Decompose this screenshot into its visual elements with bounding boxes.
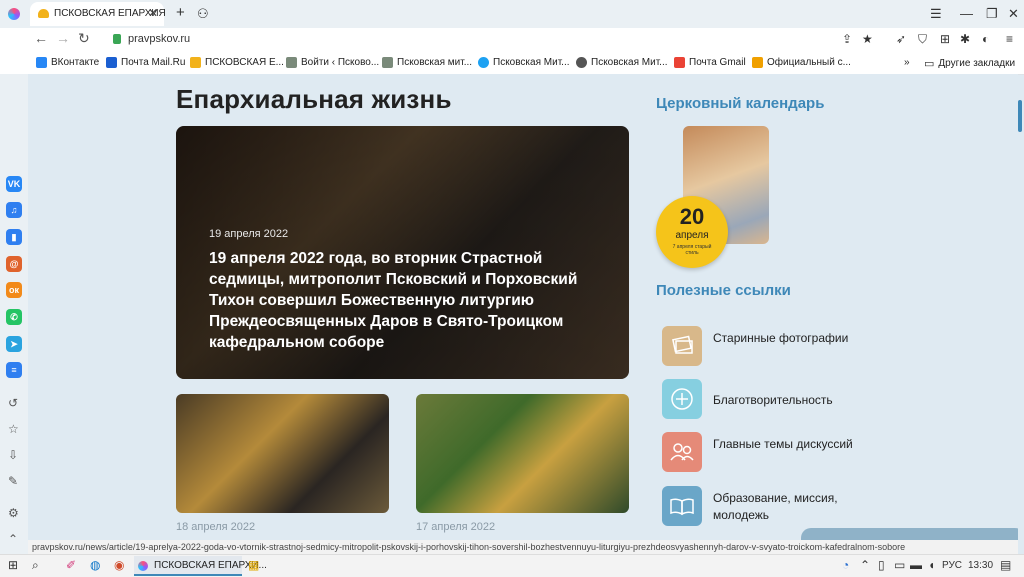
bookmark-item[interactable]: Официальный с... bbox=[752, 57, 851, 68]
paint-icon[interactable]: ✐ bbox=[66, 558, 76, 572]
shield-icon[interactable]: ⛉ bbox=[918, 32, 927, 47]
link-education[interactable]: Образование, миссия, молодежь bbox=[713, 490, 873, 524]
bookmark-item[interactable]: Войти ‹ Псково... bbox=[286, 57, 379, 68]
bookmark-item[interactable]: Почта Gmail bbox=[674, 57, 746, 68]
language-indicator[interactable]: РУС bbox=[942, 560, 962, 571]
link-old-photos[interactable]: Старинные фотографии bbox=[713, 330, 873, 347]
profile-avatar-icon[interactable]: ◐ bbox=[982, 32, 989, 46]
vk-icon[interactable]: VK bbox=[6, 176, 22, 192]
bookmark-item[interactable]: Псковская Мит... bbox=[478, 57, 570, 68]
tray-expand-icon[interactable]: ⌃ bbox=[860, 558, 870, 572]
bookmark-item[interactable]: Псковская мит... bbox=[382, 57, 472, 68]
browser-logo-icon[interactable] bbox=[8, 8, 20, 20]
hero-date: 19 апреля 2022 bbox=[209, 228, 289, 240]
address-bar-row: ← → ↻ pravpskov.ru ⇪ ★ ➶ ⛉ ⊞ ✱ ◐ ≡ bbox=[0, 28, 1024, 52]
page-content: Епархиальная жизнь 19 апреля 2022 19 апр… bbox=[28, 74, 1018, 554]
network-status-icon[interactable]: ◔ bbox=[842, 558, 849, 572]
yandex-browser-icon bbox=[138, 561, 148, 571]
stats-icon[interactable]: ▮ bbox=[6, 229, 22, 245]
links-title: Полезные ссылки bbox=[656, 282, 791, 299]
link-discussions[interactable]: Главные темы дискуссий bbox=[713, 436, 873, 453]
calendar-day: 20 bbox=[679, 204, 705, 229]
edge-icon[interactable]: ◍ bbox=[90, 558, 100, 572]
bookmarks-bar: ВКонтакте Почта Mail.Ru ПСКОВСКАЯ Е... В… bbox=[0, 52, 1024, 75]
chrome-icon[interactable]: ◉ bbox=[114, 558, 124, 572]
clock[interactable]: 13:30 bbox=[968, 560, 993, 571]
address-input[interactable]: pravpskov.ru bbox=[128, 33, 190, 45]
reload-icon[interactable]: ↻ bbox=[78, 30, 90, 47]
new-tab-icon[interactable]: + bbox=[176, 4, 185, 21]
photos-icon[interactable] bbox=[662, 326, 702, 366]
bookmark-item[interactable]: ВКонтакте bbox=[36, 57, 99, 68]
downloads-icon[interactable]: ⇩ bbox=[8, 448, 18, 462]
windows-start-icon[interactable]: ⊞ bbox=[8, 558, 18, 572]
more-bookmarks[interactable]: » bbox=[904, 57, 910, 68]
pen-icon[interactable]: ✎ bbox=[8, 474, 18, 488]
restore-icon[interactable]: ❐ bbox=[986, 6, 998, 22]
battery-icon[interactable]: ▬ bbox=[910, 558, 922, 572]
share-icon[interactable]: ⇪ bbox=[842, 32, 852, 46]
keyboard-icon[interactable]: ▭ bbox=[894, 558, 905, 572]
search-icon[interactable]: ⌕ bbox=[32, 558, 39, 573]
tab-close-icon[interactable]: ✕ bbox=[148, 6, 158, 20]
bookmark-item[interactable]: Псковская Мит... bbox=[576, 57, 668, 68]
discussion-icon[interactable] bbox=[662, 432, 702, 472]
music-icon[interactable]: ♫ bbox=[6, 202, 22, 218]
usb-icon[interactable]: ▯ bbox=[878, 558, 885, 572]
collapse-icon[interactable]: ⌃ bbox=[8, 532, 18, 546]
status-url: pravpskov.ru/news/article/19-aprelya-202… bbox=[28, 540, 1018, 554]
page-title: Епархиальная жизнь bbox=[176, 84, 452, 114]
news-card-date: 18 апреля 2022 bbox=[176, 521, 256, 533]
close-window-icon[interactable]: ✕ bbox=[1008, 6, 1019, 22]
taskbar: ⊞ ⌕ ✐ ◍ ◉ ПСКОВСКАЯ ЕПАРХИ... ▦ ◔ ⌃ ▯ ▭ … bbox=[0, 554, 1024, 577]
puzzle-icon[interactable]: ✱ bbox=[960, 32, 970, 46]
favorites-icon[interactable]: ☆ bbox=[8, 422, 19, 436]
rocket-icon[interactable]: ➶ bbox=[896, 32, 906, 46]
link-charity[interactable]: Благотворительность bbox=[713, 392, 873, 409]
incognito-icon[interactable]: ⚇ bbox=[197, 6, 209, 22]
calendar-date-badge[interactable]: 20 апреля 7 апреля старый стиль bbox=[656, 196, 728, 268]
scrollbar-thumb[interactable] bbox=[1018, 100, 1022, 132]
back-icon[interactable]: ← bbox=[34, 30, 48, 46]
mail-icon[interactable]: @ bbox=[6, 256, 22, 272]
list-icon[interactable]: ≡ bbox=[6, 362, 22, 378]
book-icon[interactable] bbox=[662, 486, 702, 526]
calendar-old-style: 7 апреля старый стиль bbox=[672, 244, 712, 256]
bookmark-item[interactable]: Почта Mail.Ru bbox=[106, 57, 185, 68]
lock-icon bbox=[113, 34, 121, 44]
tab-strip: ПСКОВСКАЯ ЕПАРХИЯ ✕ + ⚇ ☰ — ❐ ✕ bbox=[0, 0, 1024, 28]
bookmark-star-icon[interactable]: ★ bbox=[862, 32, 873, 46]
news-card-image[interactable] bbox=[416, 394, 629, 513]
browser-tab[interactable]: ПСКОВСКАЯ ЕПАРХИЯ ✕ bbox=[30, 2, 166, 26]
news-card-date: 17 апреля 2022 bbox=[416, 521, 496, 533]
extension-icon[interactable]: ⊞ bbox=[940, 32, 950, 46]
charity-icon[interactable] bbox=[662, 379, 702, 419]
other-bookmarks[interactable]: ▭ Другие закладки bbox=[924, 57, 1015, 70]
file-explorer-icon[interactable]: ▦ bbox=[248, 558, 259, 572]
browser-sidebar: VK ♫ ▮ @ ок ✆ ➤ ≡ ↺ ☆ ⇩ ✎ ⚙ ⌃ bbox=[0, 74, 28, 554]
settings-icon[interactable]: ⚙ bbox=[8, 506, 19, 520]
tab-favicon-icon bbox=[38, 9, 49, 18]
taskbar-browser-app[interactable]: ПСКОВСКАЯ ЕПАРХИ... bbox=[134, 556, 267, 576]
menu-icon[interactable]: ≡ bbox=[1006, 32, 1013, 46]
calendar-month: апреля bbox=[675, 230, 709, 241]
calendar-title[interactable]: Церковный календарь bbox=[656, 95, 824, 112]
news-card-image[interactable] bbox=[176, 394, 389, 513]
whatsapp-icon[interactable]: ✆ bbox=[6, 309, 22, 325]
ok-icon[interactable]: ок bbox=[6, 282, 22, 298]
folder-icon: ▭ bbox=[924, 58, 935, 70]
bookmark-item[interactable]: ПСКОВСКАЯ Е... bbox=[190, 57, 284, 68]
history-icon[interactable]: ↺ bbox=[8, 396, 18, 410]
bookmarks-panel-icon[interactable]: ☰ bbox=[930, 6, 942, 22]
hero-title[interactable]: 19 апреля 2022 года, во вторник Страстно… bbox=[209, 248, 604, 353]
forward-icon[interactable]: → bbox=[56, 30, 70, 46]
volume-icon[interactable]: ◖ bbox=[928, 558, 935, 572]
telegram-icon[interactable]: ➤ bbox=[6, 336, 22, 352]
hero-article[interactable]: 19 апреля 2022 19 апреля 2022 года, во в… bbox=[176, 126, 629, 379]
notifications-icon[interactable]: ▤ bbox=[1000, 558, 1011, 572]
minimize-icon[interactable]: — bbox=[960, 6, 973, 21]
